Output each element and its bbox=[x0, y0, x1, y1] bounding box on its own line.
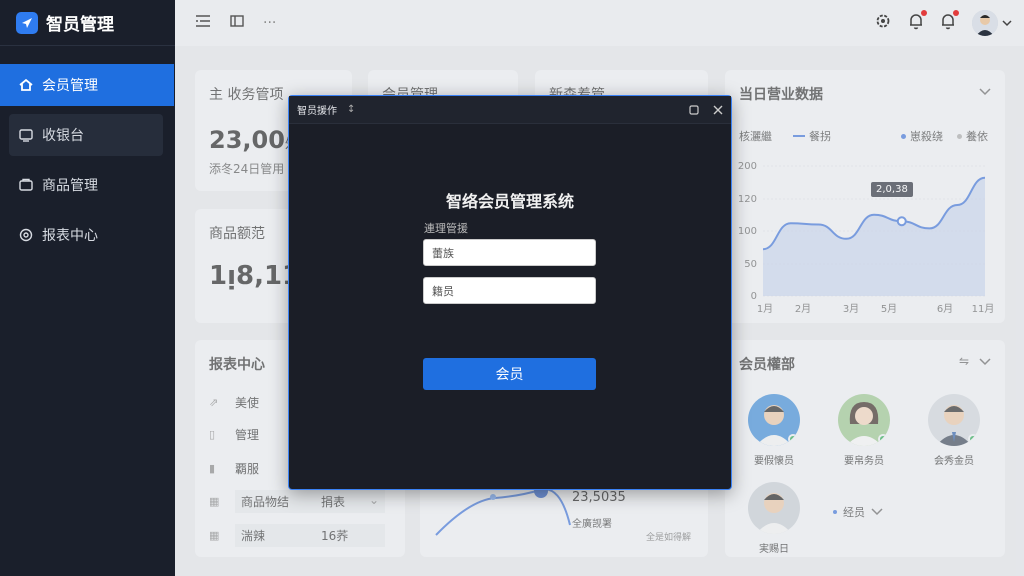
report-icon bbox=[19, 228, 33, 242]
topbar: ··· bbox=[175, 0, 1024, 46]
sidebar-item-label: 商品管理 bbox=[42, 178, 98, 194]
input-placeholder: 籍员 bbox=[432, 284, 454, 298]
dialog-label: 連理管援 bbox=[424, 222, 468, 235]
sidebar-item-report[interactable]: 报表中心 bbox=[0, 214, 175, 256]
dialog-header-title: 智员援作 bbox=[297, 106, 337, 117]
login-button[interactable]: 会员 bbox=[423, 358, 596, 390]
notification-bell-icon[interactable] bbox=[908, 10, 927, 34]
sidebar-item-label: 会员管理 bbox=[42, 78, 98, 94]
alert-dot bbox=[953, 10, 959, 16]
cashier-icon bbox=[19, 129, 33, 142]
sidebar-item-goods[interactable]: 商品管理 bbox=[0, 164, 175, 206]
sidebar: 智员管理 会员管理 收银台 商品管理 报表中心 bbox=[0, 0, 175, 576]
sidebar-nav: 会员管理 收银台 商品管理 报表中心 bbox=[0, 46, 175, 256]
sidebar-item-cashier[interactable]: 收银台 bbox=[9, 114, 163, 156]
notification-dot bbox=[921, 10, 927, 16]
dialog-header-extra: ↕ bbox=[347, 104, 356, 115]
dialog-header: 智员援作 ↕ bbox=[289, 96, 731, 124]
user-menu[interactable] bbox=[972, 10, 1012, 36]
login-dialog: 智员援作 ↕ 智络会员管理系统 連理管援 蕾族 籍员 会员 bbox=[288, 95, 732, 490]
chevron-down-icon bbox=[1002, 20, 1012, 27]
password-input[interactable]: 籍员 bbox=[423, 277, 596, 304]
sidebar-item-label: 收银台 bbox=[42, 128, 84, 144]
menu-icon[interactable] bbox=[195, 14, 211, 32]
sidebar-item-label: 报表中心 bbox=[42, 228, 98, 244]
app-title: 智员管理 bbox=[46, 15, 114, 35]
avatar bbox=[972, 10, 998, 36]
sidebar-item-member[interactable]: 会员管理 bbox=[0, 64, 174, 106]
username-input[interactable]: 蕾族 bbox=[423, 239, 596, 266]
fold-icon[interactable] bbox=[229, 14, 245, 32]
brand[interactable]: 智员管理 bbox=[0, 0, 175, 46]
alert-bell-icon[interactable] bbox=[940, 10, 959, 34]
dialog-title: 智络会员管理系统 bbox=[445, 192, 574, 211]
goods-icon bbox=[19, 178, 33, 191]
more-icon[interactable]: ··· bbox=[263, 15, 276, 31]
settings-icon[interactable] bbox=[874, 12, 892, 34]
maximize-icon[interactable] bbox=[689, 104, 699, 115]
input-placeholder: 蕾族 bbox=[432, 246, 454, 260]
home-icon bbox=[19, 78, 33, 91]
close-icon[interactable] bbox=[713, 105, 723, 115]
logo-icon bbox=[16, 11, 38, 34]
